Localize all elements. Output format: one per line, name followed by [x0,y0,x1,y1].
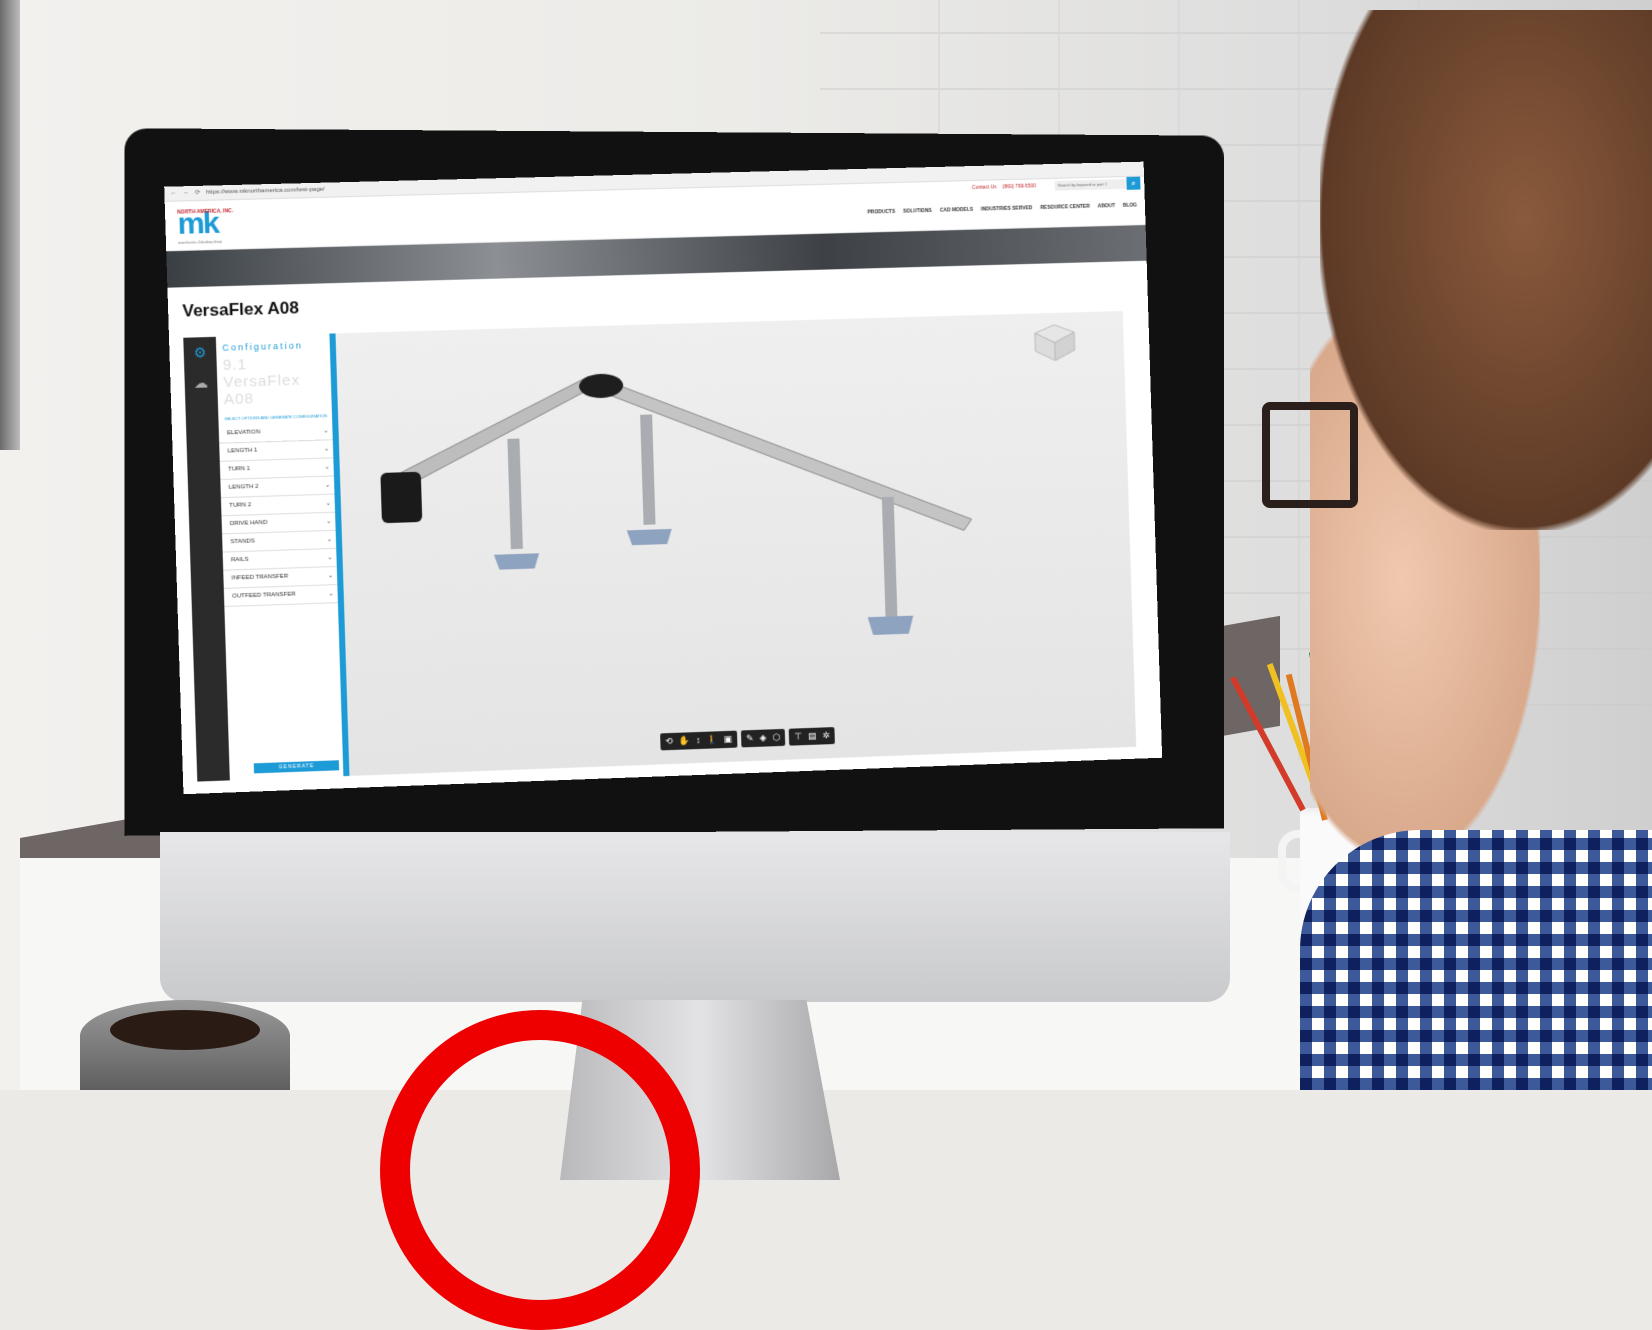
nav-item[interactable]: INDUSTRIES SERVED [981,205,1033,212]
monitor-chin [160,832,1230,1002]
cloud-download-icon[interactable]: ☁ [184,367,218,398]
forward-icon[interactable]: → [183,186,190,200]
navigation-tool-group: ⟲ ✋ ↕ 🚶 ▣ [660,730,738,751]
generate-button[interactable]: GENERATE [253,760,340,774]
product-name: 9.1 VersaFlex A08 [216,350,331,409]
tree-icon[interactable]: ⊤ [794,731,802,742]
rotate-icon[interactable]: ⟲ [665,736,673,747]
conveyor-model [335,311,1136,636]
option-label: ELEVATION [226,429,261,437]
nav-item[interactable]: BLOG [1123,202,1137,208]
hair [1320,10,1652,530]
main-nav: PRODUCTS SOLUTIONS CAD MODELS INDUSTRIES… [867,202,1137,215]
pan-icon[interactable]: ✋ [679,735,691,746]
monitor: ← → ⟳ https://www.mknorthamerica.com/tes… [124,128,1230,1180]
person [1262,0,1652,1090]
parts-icon[interactable]: ⬡ [772,732,780,743]
measure-icon[interactable]: ✎ [746,733,754,744]
chevron-down-icon: ⌄ [326,536,332,544]
logo-tagline: www.the-mk-c-Subsidiary-Group [178,239,223,245]
nav-item[interactable]: CAD MODELS [940,207,973,214]
configuration-panel: Configuration 9.1 VersaFlex A08 SELECT O… [215,333,350,781]
view-cube-icon[interactable] [1035,324,1075,361]
chevron-down-icon: ⌄ [327,555,333,562]
search-icon[interactable]: ⌕ [1126,176,1141,190]
configure-gears-icon[interactable]: ⚙ [183,337,217,368]
option-label: TURN 1 [228,465,251,473]
settings-icon[interactable]: ✲ [822,730,830,741]
search-input[interactable]: Search by keyword or part # [1054,178,1127,191]
red-object [380,1010,700,1330]
chevron-down-icon: ⌄ [323,428,329,435]
checkered-shirt [1300,830,1652,1090]
configurator-app: ⚙ ☁ Configuration 9.1 VersaFlex A08 SELE… [183,310,1137,782]
nav-item[interactable]: ABOUT [1098,203,1116,209]
option-dropdown[interactable]: OUTFEED TRANSFER ⌄ [223,585,338,608]
nav-item[interactable]: SOLUTIONS [903,208,932,215]
option-label: INFEED TRANSFER [231,573,289,582]
chevron-down-icon: ⌄ [324,464,330,471]
option-label: LENGTH 1 [227,447,258,455]
option-label: TURN 2 [229,502,252,509]
glasses [1262,402,1358,508]
site-logo[interactable]: NORTH AMERICA, INC. mk www.the-mk-c-Subs… [177,207,239,246]
3d-viewer[interactable]: ⟲ ✋ ↕ 🚶 ▣ ✎ ◈ ⬡ ⊤ ▤ ✲ [335,310,1137,776]
left-edge-object [0,0,20,450]
explode-icon[interactable]: ◈ [759,733,766,744]
contact-link[interactable]: Contact Us [972,184,997,191]
chevron-down-icon: ⌄ [325,500,331,507]
camera-icon[interactable]: ▣ [724,734,733,745]
chevron-down-icon: ⌄ [324,482,331,489]
chevron-down-icon: ⌄ [323,446,330,453]
option-label: DRIVE HAND [229,519,268,528]
chevron-down-icon: ⌄ [328,591,334,598]
zoom-icon[interactable]: ↕ [696,735,701,746]
option-label: LENGTH 2 [228,483,259,491]
chevron-down-icon: ⌄ [327,573,334,580]
model-tool-group: ✎ ◈ ⬡ [740,728,786,748]
coffee [110,1010,260,1050]
option-label: STANDS [230,538,255,546]
option-label: RAILS [230,556,249,564]
nav-item[interactable]: PRODUCTS [867,209,895,216]
settings-tool-group: ⊤ ▤ ✲ [789,727,836,746]
save-icon[interactable]: ▤ [808,731,817,742]
phone-number[interactable]: (860) 769-5500 [1002,183,1036,190]
chevron-down-icon: ⌄ [326,518,332,526]
monitor-screen: ← → ⟳ https://www.mknorthamerica.com/tes… [164,161,1163,795]
back-icon[interactable]: ← [170,186,177,200]
walk-icon[interactable]: 🚶 [706,734,718,745]
option-label: OUTFEED TRANSFER [232,591,296,600]
reload-icon[interactable]: ⟳ [195,186,201,200]
conveyor-stands [493,414,914,636]
contact-bar: Contact Us (860) 769-5500 [972,183,1036,191]
nav-item[interactable]: RESOURCE CENTER [1040,204,1090,211]
